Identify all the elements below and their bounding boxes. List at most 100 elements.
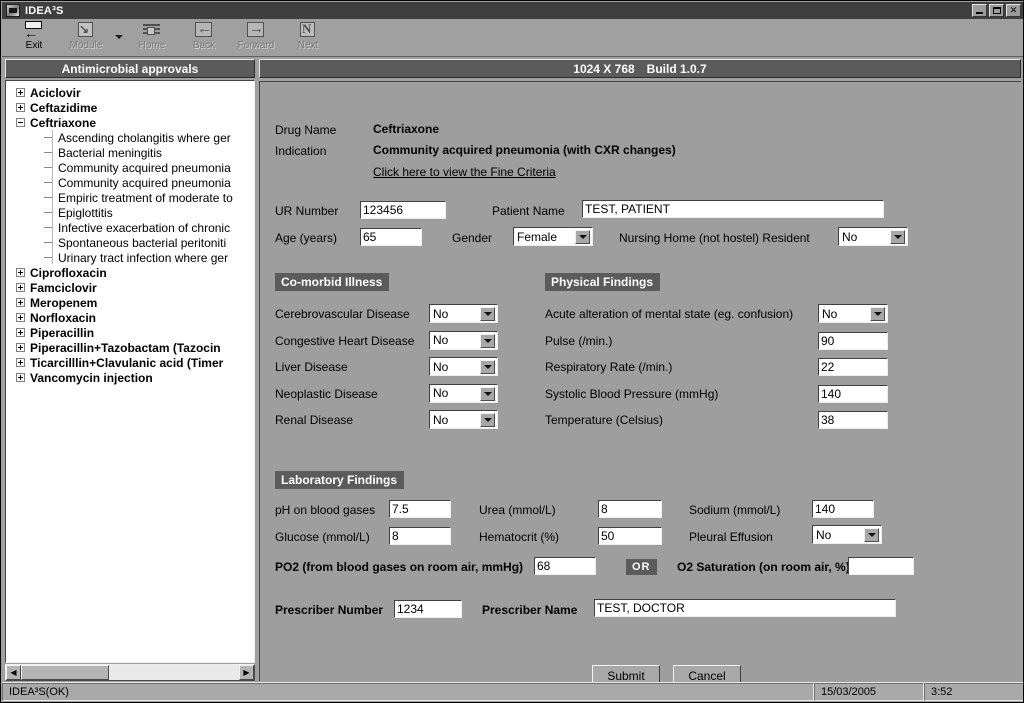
physical-finding-label: Temperature (Celsius) [545,413,664,427]
tree-node-drug[interactable]: Norfloxacin [6,310,254,325]
ur-number-input[interactable]: 123456 [360,201,446,219]
tree-node-drug[interactable]: Piperacillin [6,325,254,340]
comorbid-select-value: No [433,306,449,321]
nursing-home-select[interactable]: No [838,227,908,246]
expand-icon[interactable] [16,313,25,322]
close-button[interactable]: ✕ [1006,4,1021,17]
expand-icon[interactable] [16,283,25,292]
module-dropdown-caret[interactable] [112,19,126,55]
sodium-label: Sodium (mmol/L) [689,503,781,517]
drug-name-label: Drug Name [275,123,337,137]
toolbar-button-forward[interactable]: Forward [230,19,282,55]
scroll-right-arrow[interactable]: ▶ [239,665,254,680]
tree-horizontal-scrollbar[interactable]: ◀ ▶ [5,664,255,681]
sodium-input[interactable]: 140 [812,500,874,518]
expand-icon[interactable] [16,373,25,382]
glucose-input[interactable]: 8 [389,527,451,545]
tree-node-label: Community acquired pneumonia [58,160,231,175]
expand-icon[interactable] [16,88,25,97]
expand-icon[interactable] [16,328,25,337]
physical-finding-select[interactable]: No [818,304,888,323]
comorbid-select[interactable]: No [429,304,498,323]
comorbid-select[interactable]: No [429,410,498,429]
expand-icon[interactable] [16,358,25,367]
toolbar-button-next[interactable]: Next [282,19,334,55]
chevron-down-icon[interactable] [480,360,495,374]
hematocrit-label: Hematocrit (%) [479,530,560,544]
tree-node-indication[interactable]: Empiric treatment of moderate to [6,190,254,205]
chevron-down-icon[interactable] [575,230,590,244]
tree-node-drug[interactable]: Meropenem [6,295,254,310]
comorbid-select[interactable]: No [429,357,498,376]
maximize-button[interactable] [989,4,1004,17]
tree-node-indication[interactable]: Epiglottitis [6,205,254,220]
main-panel: 1024 X 768 Build 1.0.7 Drug Name Ceftria… [259,59,1021,687]
pleural-effusion-label: Pleural Effusion [689,530,773,544]
toolbar-button-exit[interactable]: Exit [8,19,60,55]
physical-finding-value: No [822,306,838,321]
po2-input[interactable]: 68 [534,557,596,575]
tree-body[interactable]: Aciclovir Ceftazidime Ceftriaxone Ascending… [5,80,255,663]
prescriber-number-input[interactable]: 1234 [394,600,462,618]
tree-node-indication[interactable]: Urinary tract infection where ger [6,250,254,265]
tree-node-indication[interactable]: Spontaneous bacterial peritoniti [6,235,254,250]
scroll-left-arrow[interactable]: ◀ [6,665,21,680]
minimize-button[interactable] [972,4,987,17]
comorbid-select[interactable]: No [429,330,498,350]
prescriber-name-input[interactable]: TEST, DOCTOR [594,599,896,617]
chevron-down-icon[interactable] [480,413,495,427]
tree-node-indication[interactable]: Bacterial meningitis [6,145,254,160]
status-date: 15/03/2005 [814,683,924,701]
prescriber-name-label: Prescriber Name [482,603,578,617]
collapse-icon[interactable] [16,118,25,127]
expand-icon[interactable] [16,268,25,277]
o2-saturation-input[interactable] [848,557,914,575]
tree-node-drug[interactable]: Vancomycin injection [6,370,254,385]
expand-icon[interactable] [16,103,25,112]
urea-input[interactable]: 8 [598,500,662,518]
toolbar-button-back[interactable]: Back [178,19,230,55]
chevron-down-icon[interactable] [480,307,495,321]
comorbid-select[interactable]: No [429,383,498,403]
age-input[interactable]: 65 [360,228,422,246]
po2-label: PO2 (from blood gases on room air, mmHg) [275,560,524,574]
expand-icon[interactable] [16,343,25,352]
tree-node-drug[interactable]: Ciprofloxacin [6,265,254,280]
patient-name-input[interactable]: TEST, PATIENT [582,200,884,218]
chevron-down-icon[interactable] [480,333,495,348]
pleural-effusion-select[interactable]: No [812,525,882,544]
indication-row: Indication [275,144,326,158]
tree-node-drug[interactable]: Aciclovir [6,85,254,100]
gender-select[interactable]: Female [513,227,593,246]
chevron-down-icon[interactable] [890,230,905,244]
tree-panel: Antimicrobial approvals Aciclovir Ceftazi… [5,59,255,681]
tree-node-drug[interactable]: Piperacillin+Tazobactam (Tazocin [6,340,254,355]
expand-icon[interactable] [16,298,25,307]
scroll-track[interactable] [21,665,239,680]
tree-node-drug[interactable]: Famciclovir [6,280,254,295]
physical-finding-input[interactable]: 38 [818,411,888,429]
chevron-down-icon[interactable] [870,307,885,321]
tree-node-indication[interactable]: Community acquired pneumonia [6,160,254,175]
chevron-down-icon[interactable] [864,528,879,542]
tree-node-indication[interactable]: Infective exacerbation of chronic [6,220,254,235]
pleural-label-row: Pleural Effusion [689,530,773,544]
comorbid-label: Congestive Heart Disease [275,333,415,348]
physical-finding-input[interactable]: 90 [818,331,888,350]
fine-criteria-link[interactable]: Click here to view the Fine Criteria [373,165,556,179]
chevron-down-icon[interactable] [480,386,495,401]
toolbar-label-forward: Forward [237,40,275,51]
hematocrit-input[interactable]: 50 [598,527,662,545]
scroll-thumb[interactable] [21,665,109,680]
tree-node-drug[interactable]: Ticarcilllin+Clavulanic acid (Timer [6,355,254,370]
physical-finding-input[interactable]: 140 [818,384,888,403]
tree-node-drug[interactable]: Ceftriaxone [6,115,254,130]
tree-node-indication[interactable]: Community acquired pneumonia [6,175,254,190]
toolbar-button-home[interactable]: Home [126,19,178,55]
tree-node-indication[interactable]: Ascending cholangitis where ger [6,130,254,145]
ph-input[interactable]: 7.5 [389,500,451,518]
lab-section-header: Laboratory Findings [275,471,405,489]
physical-finding-input[interactable]: 22 [818,358,888,376]
tree-node-drug[interactable]: Ceftazidime [6,100,254,115]
toolbar-button-module[interactable]: Module [60,19,112,55]
